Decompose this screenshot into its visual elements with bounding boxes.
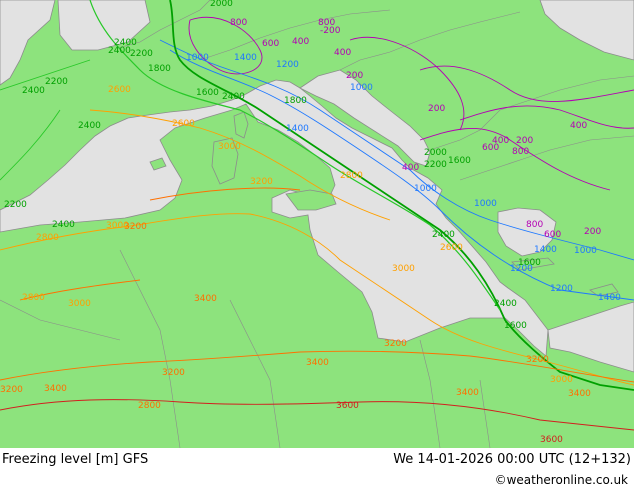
contour-label: 1000 bbox=[414, 184, 437, 194]
contour-label: 2600 bbox=[172, 119, 195, 129]
map-footer: Freezing level [m] GFS We 14-01-2026 00:… bbox=[0, 448, 634, 490]
contour-label: 800 bbox=[512, 147, 529, 157]
contour-label: 400 bbox=[334, 48, 351, 58]
contour-label: 600 bbox=[482, 143, 499, 153]
contour-label: -200 bbox=[320, 26, 341, 36]
contour-label: 1200 bbox=[276, 60, 299, 70]
contour-label: 3000 bbox=[218, 142, 241, 152]
contour-label: 2400 bbox=[222, 92, 245, 102]
contour-label: 3400 bbox=[568, 389, 591, 399]
contour-label: 3000 bbox=[550, 375, 573, 385]
contour-label: 2400 bbox=[22, 86, 45, 96]
contour-label: 1800 bbox=[148, 64, 171, 74]
contour-label: 200 bbox=[516, 136, 533, 146]
contour-label: 2600 bbox=[440, 243, 463, 253]
source-credit: ©weatheronline.co.uk bbox=[494, 473, 628, 487]
contour-label: 2400 bbox=[78, 121, 101, 131]
contour-label: 200 bbox=[584, 227, 601, 237]
contour-label: 2200 bbox=[45, 77, 68, 87]
contour-label: 2800 bbox=[138, 401, 161, 411]
contour-label: 800 bbox=[230, 18, 247, 28]
contour-label: 2800 bbox=[36, 233, 59, 243]
contour-label: 2600 bbox=[108, 85, 131, 95]
contour-label: 1400 bbox=[598, 293, 621, 303]
contour-label: 1000 bbox=[186, 53, 209, 63]
corsica bbox=[233, 111, 249, 139]
contour-label: 2000 bbox=[424, 148, 447, 158]
levant-sea bbox=[547, 301, 634, 373]
contour-label: 2000 bbox=[210, 0, 233, 9]
contour-label: 1000 bbox=[574, 246, 597, 256]
contour-label: 2200 bbox=[4, 200, 27, 210]
contour-label: 2200 bbox=[130, 49, 153, 59]
contour-label: 1600 bbox=[448, 156, 471, 166]
contour-label: 200 bbox=[346, 71, 363, 81]
contour-label: 3200 bbox=[162, 368, 185, 378]
freezing-level-map: 2000 800 800 -200 2400 2400 2200 1800 10… bbox=[0, 0, 634, 448]
atlantic-ocean bbox=[0, 0, 56, 86]
contour-label: 600 bbox=[262, 39, 279, 49]
contour-label: 3000 bbox=[392, 264, 415, 274]
contour-label: 400 bbox=[402, 163, 419, 173]
black-sea bbox=[539, 0, 634, 61]
contour-label: 3400 bbox=[194, 294, 217, 304]
contour-label: 2400 bbox=[52, 220, 75, 230]
contour-label: 3400 bbox=[456, 388, 479, 398]
contour-label: 200 bbox=[428, 104, 445, 114]
contour-label: 3200 bbox=[526, 355, 549, 365]
contour-label: 400 bbox=[292, 37, 309, 47]
contour-label: 3400 bbox=[44, 384, 67, 394]
contour-label: 2800 bbox=[340, 171, 363, 181]
contour-label: 1000 bbox=[474, 199, 497, 209]
contour-label: 2400 bbox=[432, 230, 455, 240]
contour-label: 3600 bbox=[336, 401, 359, 411]
contour-label: 2800 bbox=[22, 293, 45, 303]
forecast-datetime: We 14-01-2026 00:00 UTC (12+132) bbox=[393, 452, 631, 467]
contour-label: 2400 bbox=[494, 299, 517, 309]
map-title: Freezing level [m] GFS bbox=[2, 452, 149, 467]
contour-label: 3200 bbox=[124, 222, 147, 232]
contour-label: 3400 bbox=[306, 358, 329, 368]
contour-label: 1400 bbox=[286, 124, 309, 134]
contour-label: 3200 bbox=[384, 339, 407, 349]
contour-label: 600 bbox=[544, 230, 561, 240]
contour-label: 1800 bbox=[284, 96, 307, 106]
map-canvas: 2000 800 800 -200 2400 2400 2200 1800 10… bbox=[0, 0, 634, 448]
contour-label: 3200 bbox=[250, 177, 273, 187]
contour-label: 1400 bbox=[234, 53, 257, 63]
contour-label: 3000 bbox=[68, 299, 91, 309]
contour-label: 2200 bbox=[424, 160, 447, 170]
contour-label: 3600 bbox=[540, 435, 563, 445]
contour-label: 2400 bbox=[108, 46, 131, 56]
contour-label: 1600 bbox=[196, 88, 219, 98]
contour-label: 1200 bbox=[550, 284, 573, 294]
contour-label: 1600 bbox=[518, 258, 541, 268]
contour-label: 1400 bbox=[534, 245, 557, 255]
sea-areas bbox=[0, 0, 634, 373]
contour-label: 3200 bbox=[0, 385, 23, 395]
contour-label: 400 bbox=[570, 121, 587, 131]
contour-label: 800 bbox=[526, 220, 543, 230]
contour-label: 1600 bbox=[504, 321, 527, 331]
contour-label: 1000 bbox=[350, 83, 373, 93]
